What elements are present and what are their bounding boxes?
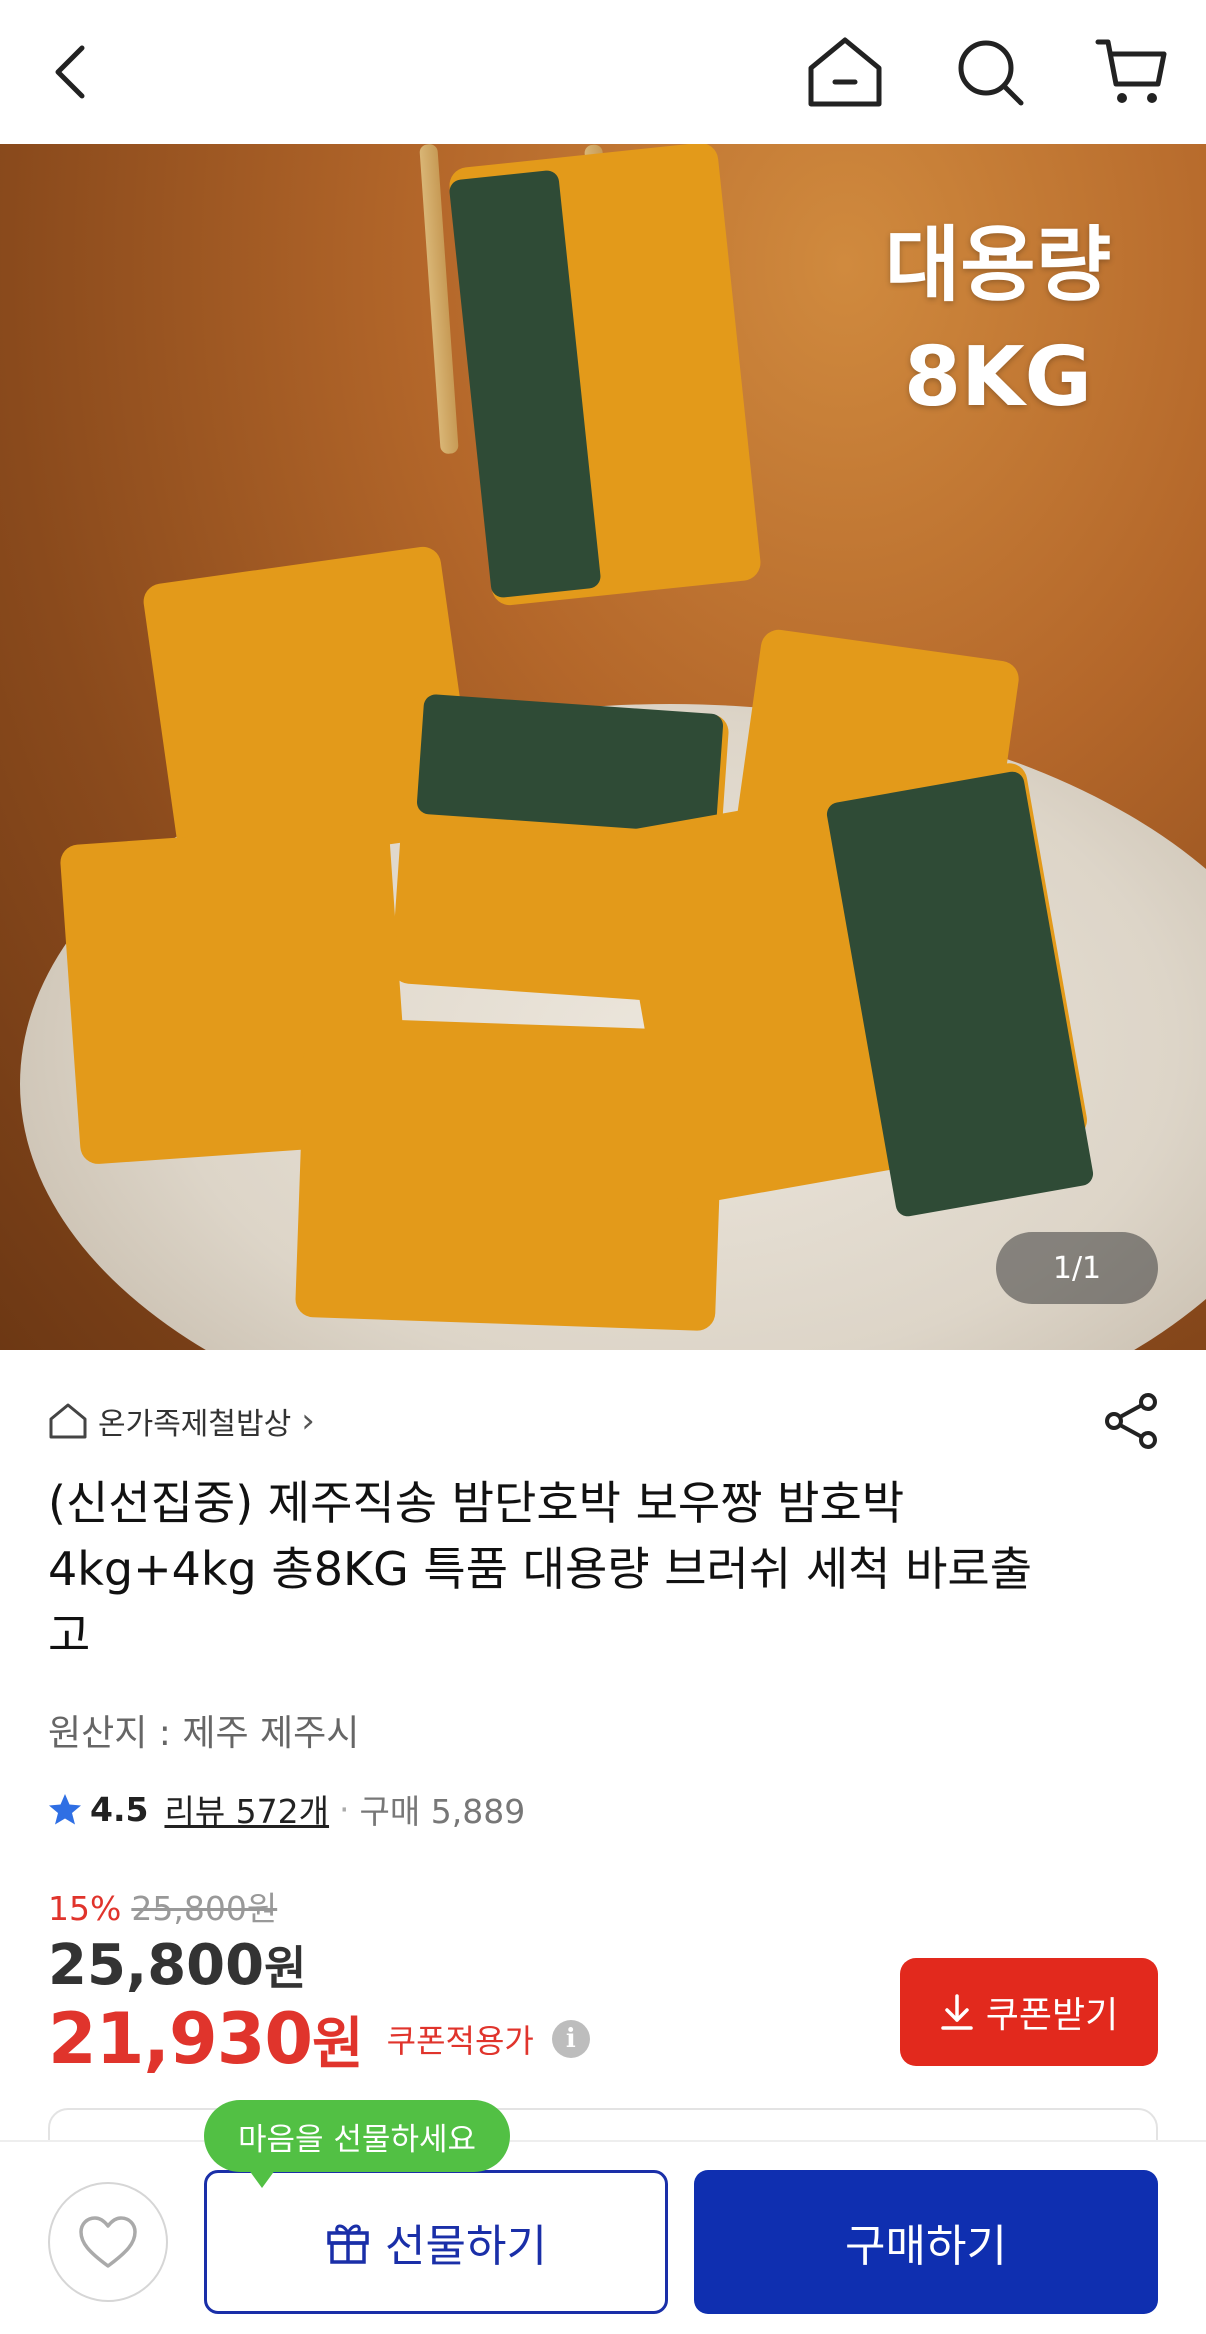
download-icon bbox=[941, 1994, 973, 2030]
original-price: 25,800원 bbox=[131, 1889, 278, 1928]
search-button[interactable] bbox=[948, 30, 1032, 114]
store-name: 온가족제철밥상 bbox=[98, 1407, 292, 1442]
product-origin: 원산지 : 제주 제주시 bbox=[48, 1713, 360, 1754]
star-icon bbox=[49, 1794, 81, 1825]
wishlist-button[interactable] bbox=[48, 2182, 168, 2302]
gift-button-label: 선물하기 bbox=[385, 2221, 547, 2272]
image-overlay-text: 대용량 8KG bbox=[848, 210, 1148, 434]
store-link[interactable]: 온가족제철밥상 › bbox=[48, 1396, 315, 1446]
search-icon bbox=[958, 40, 1024, 106]
info-icon[interactable]: i bbox=[551, 2020, 590, 2058]
heart-icon bbox=[79, 2216, 137, 2268]
home-icon bbox=[808, 37, 882, 107]
get-coupon-button[interactable]: 쿠폰받기 bbox=[900, 1958, 1158, 2066]
chevron-left-icon bbox=[55, 45, 85, 99]
sale-price-number: 25,800 bbox=[48, 1933, 265, 1998]
purchase-count: 구매 5,889 bbox=[359, 1792, 526, 1831]
cart-button[interactable] bbox=[1090, 30, 1174, 114]
share-icon bbox=[1105, 1393, 1157, 1449]
coupon-price: 21,930원 bbox=[48, 1998, 364, 2080]
sale-price: 25,800원 bbox=[48, 1932, 306, 1998]
coupon-price-label: 쿠폰적용가 bbox=[386, 2022, 534, 2060]
image-counter: 1/1 bbox=[996, 1232, 1158, 1304]
rating-row: 4.5 리뷰 572개 · 구매 5,889 bbox=[48, 1786, 525, 1832]
discount-row: 15% 25,800원 bbox=[48, 1882, 277, 1930]
get-coupon-label: 쿠폰받기 bbox=[985, 1995, 1119, 2036]
coupon-price-number: 21,930 bbox=[48, 1998, 313, 2080]
rating-score: 4.5 bbox=[90, 1789, 149, 1829]
bottom-action-bar: 선물하기 구매하기 bbox=[0, 2140, 1206, 2334]
chevron-right-icon: › bbox=[301, 1401, 315, 1441]
product-title: (신선집중) 제주직송 밤단호박 보우짱 밤호박 4kg+4kg 총8KG 특품… bbox=[48, 1476, 1033, 1662]
product-image[interactable]: 대용량 8KG 1/1 bbox=[0, 144, 1206, 1350]
overlay-line-1: 대용량 bbox=[884, 218, 1112, 313]
pumpkin-rind bbox=[416, 693, 724, 835]
reviews-link[interactable]: 리뷰 572개 bbox=[164, 1785, 329, 1833]
cart-icon bbox=[1095, 39, 1167, 103]
sale-price-unit: 원 bbox=[264, 1941, 307, 1995]
coupon-price-row: 21,930원 쿠폰적용가 i bbox=[48, 1998, 590, 2080]
gift-button[interactable]: 선물하기 bbox=[204, 2170, 668, 2314]
gift-icon bbox=[327, 2224, 369, 2264]
separator-dot: · bbox=[339, 1789, 350, 1829]
home-button[interactable] bbox=[803, 30, 887, 114]
discount-percent: 15% bbox=[48, 1889, 122, 1928]
store-home-icon bbox=[49, 1403, 87, 1439]
back-button[interactable] bbox=[30, 30, 114, 114]
share-button[interactable] bbox=[1098, 1388, 1164, 1454]
coupon-price-unit: 원 bbox=[312, 2012, 364, 2077]
buy-button[interactable]: 구매하기 bbox=[694, 2170, 1158, 2314]
gift-tooltip: 마음을 선물하세요 bbox=[204, 2100, 511, 2172]
top-app-bar bbox=[0, 0, 1206, 144]
overlay-line-2: 8KG bbox=[904, 330, 1092, 425]
gift-tooltip-tail bbox=[246, 2166, 278, 2188]
